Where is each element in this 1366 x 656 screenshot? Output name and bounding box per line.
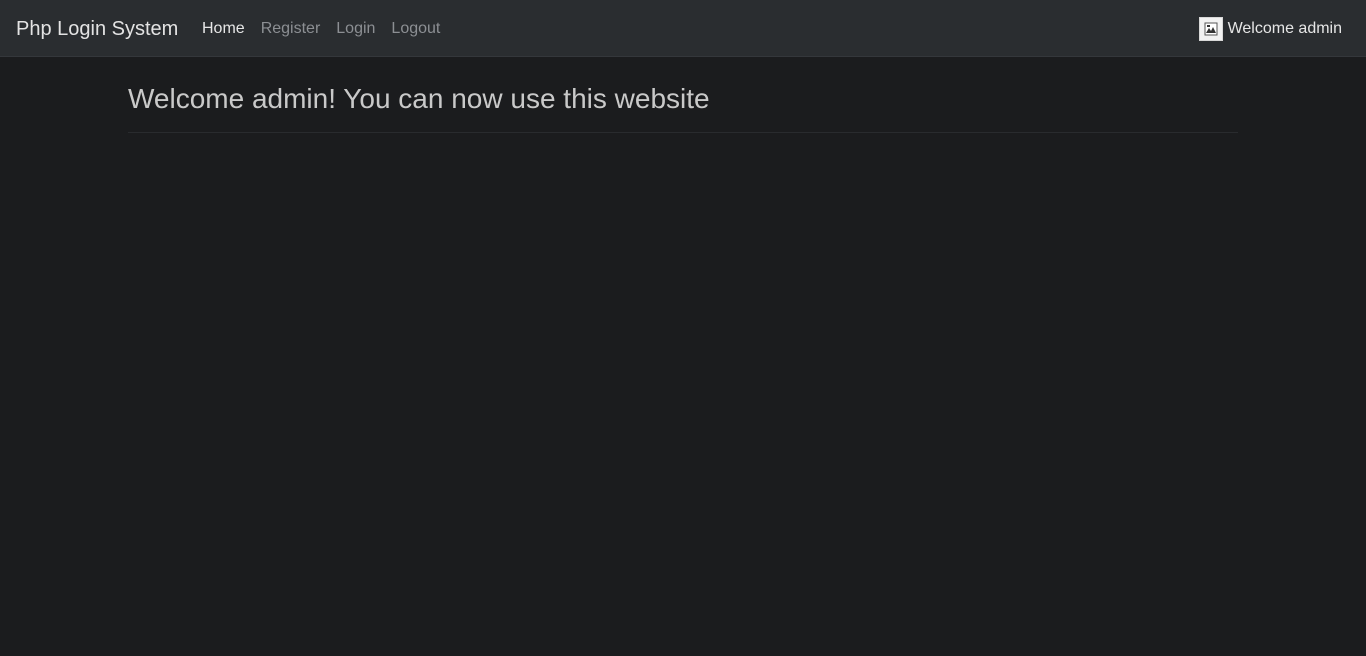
nav-link-login[interactable]: Login bbox=[336, 19, 375, 39]
nav-link-logout[interactable]: Logout bbox=[391, 19, 440, 39]
user-greeting: Welcome admin bbox=[1227, 20, 1342, 37]
navbar: Php Login System Home Register Login Log… bbox=[0, 0, 1366, 57]
divider bbox=[128, 132, 1238, 133]
nav-link-home[interactable]: Home bbox=[202, 19, 245, 39]
main-content: Welcome admin! You can now use this webs… bbox=[128, 57, 1238, 133]
user-menu[interactable]: Welcome admin bbox=[1198, 17, 1342, 41]
nav-link-register[interactable]: Register bbox=[261, 19, 321, 39]
nav-links: Home Register Login Logout bbox=[202, 19, 456, 39]
brand-link[interactable]: Php Login System bbox=[16, 17, 178, 41]
page-title: Welcome admin! You can now use this webs… bbox=[128, 83, 710, 114]
broken-image-icon bbox=[1198, 17, 1223, 41]
